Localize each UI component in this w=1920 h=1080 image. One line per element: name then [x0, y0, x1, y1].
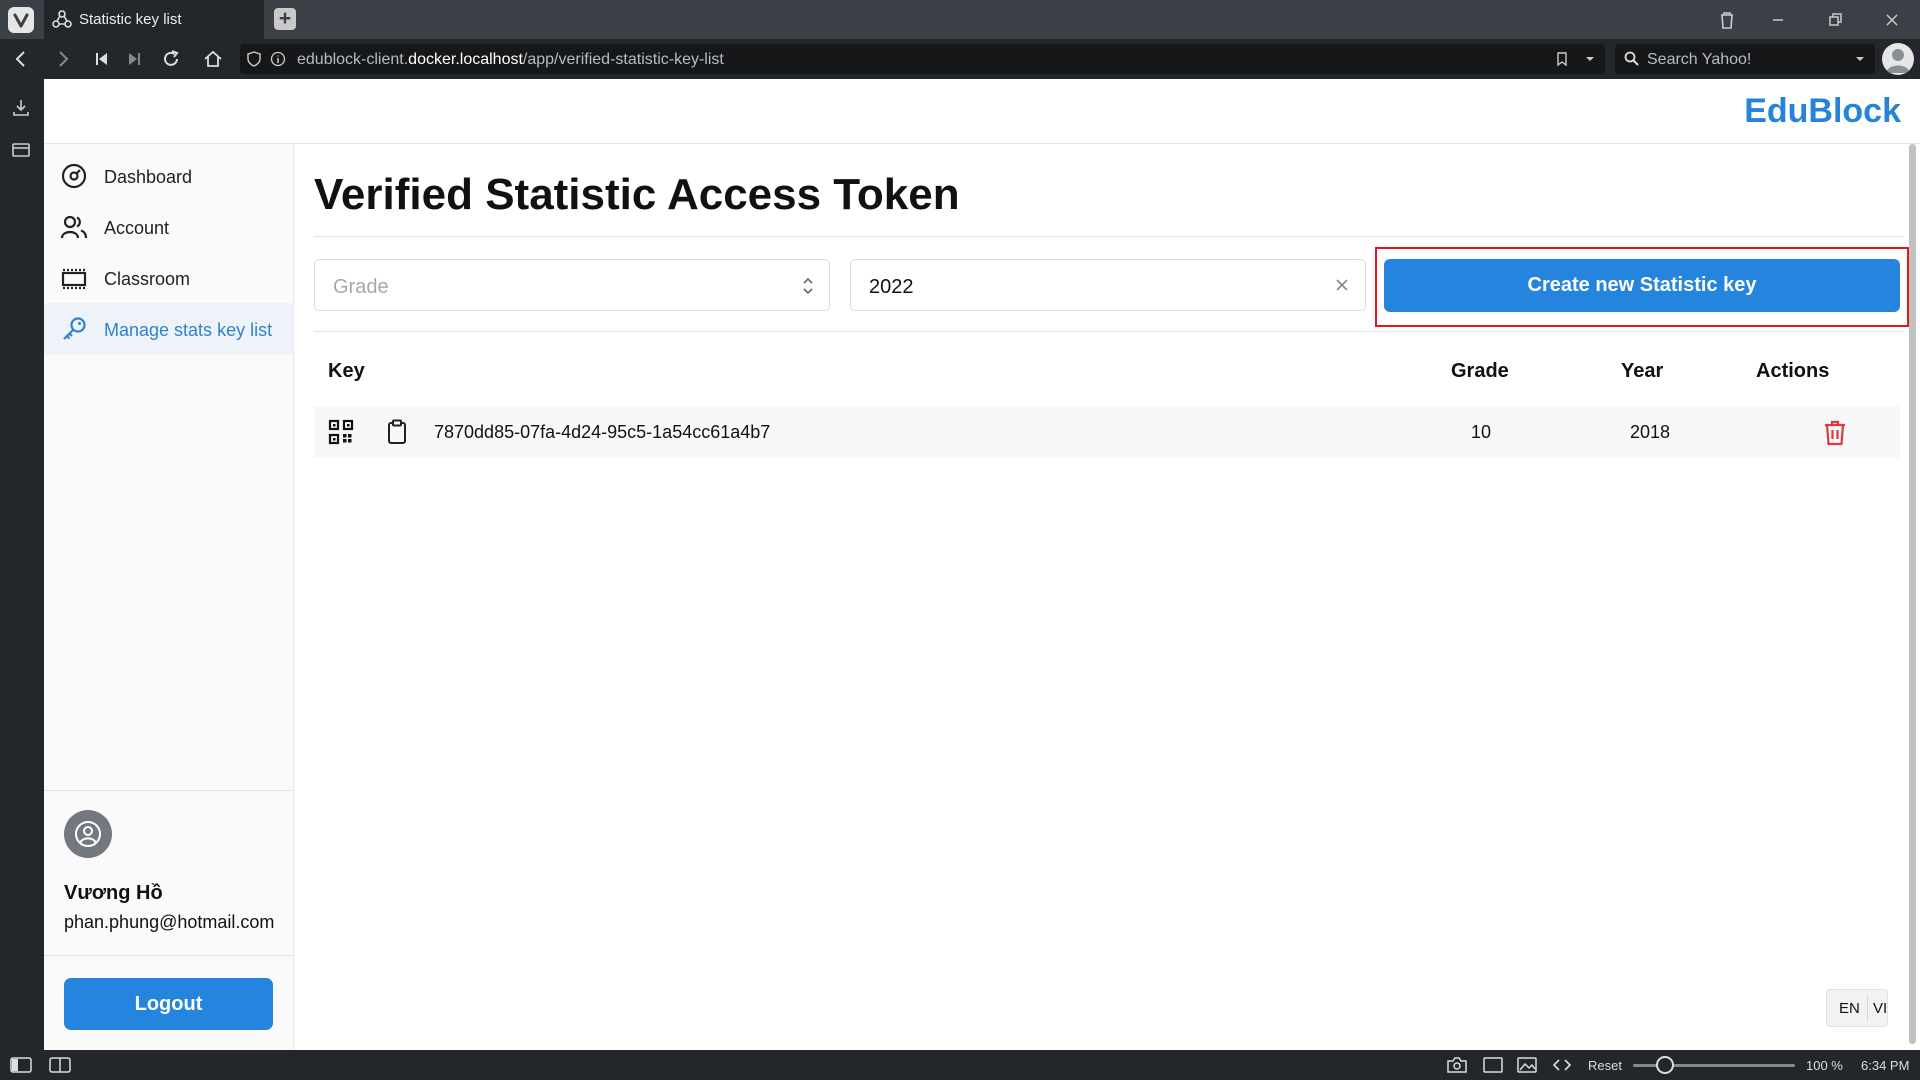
- bookmark-icon[interactable]: [1554, 51, 1570, 72]
- tab-favicon-icon: [50, 8, 74, 37]
- web-page: EduBlock Dashboard Account Classroom Man…: [44, 79, 1920, 1050]
- language-en-button[interactable]: EN: [1839, 1000, 1860, 1017]
- user-name: Vương Hồ: [64, 882, 163, 904]
- trash-icon[interactable]: [1715, 8, 1739, 32]
- url-text: edublock-client.docker.localhost/app/ver…: [297, 51, 724, 68]
- column-header-key: Key: [328, 360, 365, 382]
- rewind-icon[interactable]: [90, 47, 114, 71]
- search-engine-chevron-icon[interactable]: [1853, 51, 1867, 72]
- key-value: 7870dd85-07fa-4d24-95c5-1a54cc61a4b7: [434, 422, 771, 442]
- sidebar-item-account[interactable]: Account: [44, 201, 293, 252]
- shield-icon[interactable]: [246, 51, 262, 72]
- zoom-reset-button[interactable]: Reset: [1588, 1058, 1622, 1073]
- site-info-icon[interactable]: [270, 51, 286, 72]
- clear-icon[interactable]: [1333, 276, 1351, 299]
- browser-status-bar: Reset 100 % 6:34 PM: [0, 1050, 1920, 1080]
- home-icon[interactable]: [201, 47, 225, 71]
- clock: 6:34 PM: [1861, 1058, 1910, 1073]
- page-title: Verified Statistic Access Token: [314, 170, 960, 219]
- search-field[interactable]: Search Yahoo!: [1615, 44, 1875, 74]
- tile-tabs-icon[interactable]: [49, 1057, 71, 1076]
- delete-icon[interactable]: [1822, 419, 1848, 452]
- sidebar-item-classroom[interactable]: Classroom: [44, 252, 293, 303]
- logout-button[interactable]: Logout: [64, 978, 273, 1030]
- column-header-actions: Actions: [1756, 360, 1830, 382]
- minimize-icon[interactable]: [1766, 8, 1790, 32]
- sidebar-divider: [44, 790, 293, 791]
- year-input-value: 2022: [869, 276, 914, 298]
- language-vi-button[interactable]: VI: [1873, 1000, 1887, 1017]
- chevron-down-icon[interactable]: [1583, 51, 1597, 72]
- browser-tab[interactable]: Statistic key list: [44, 0, 264, 39]
- main-content: Verified Statistic Access Token Grade 20…: [314, 144, 1909, 1050]
- browser-tab-bar: Statistic key list +: [0, 0, 1920, 39]
- images-icon[interactable]: [1516, 1056, 1538, 1077]
- forward-icon[interactable]: [51, 47, 75, 71]
- sidebar-item-label: Account: [104, 218, 170, 238]
- zoom-slider-handle[interactable]: [1656, 1056, 1674, 1074]
- year-input[interactable]: 2022: [850, 259, 1366, 311]
- app-sidebar: Dashboard Account Classroom Manage stats…: [44, 144, 294, 1050]
- browser-side-panel: [0, 79, 44, 1050]
- window-panel-icon[interactable]: [10, 139, 32, 166]
- new-tab-button[interactable]: +: [274, 8, 296, 30]
- vivaldi-logo-icon[interactable]: [8, 7, 34, 33]
- search-placeholder: Search Yahoo!: [1647, 51, 1752, 68]
- tab-title: Statistic key list: [79, 11, 182, 28]
- key-icon: [60, 315, 88, 348]
- users-icon: [60, 213, 88, 246]
- page-actions-icon[interactable]: [1552, 1057, 1572, 1076]
- highlight-box: [1375, 247, 1909, 327]
- clipboard-icon[interactable]: [384, 418, 410, 451]
- year-value: 2018: [1630, 422, 1671, 442]
- sidebar-item-manage-stats-key-list[interactable]: Manage stats key list: [44, 303, 293, 354]
- language-divider: [1867, 996, 1868, 1022]
- sidebar-item-label: Dashboard: [104, 167, 193, 187]
- title-divider: [314, 236, 1904, 237]
- brand-logo[interactable]: EduBlock: [1744, 92, 1901, 131]
- table-row: 7870dd85-07fa-4d24-95c5-1a54cc61a4b7 10 …: [314, 406, 1900, 458]
- capture-icon[interactable]: [1446, 1056, 1468, 1077]
- window-icon[interactable]: [1482, 1057, 1504, 1076]
- zoom-level: 100 %: [1806, 1058, 1843, 1073]
- restore-icon[interactable]: [1823, 8, 1847, 32]
- back-icon[interactable]: [9, 47, 33, 71]
- panel-toggle-icon[interactable]: [10, 1057, 32, 1076]
- column-header-grade: Grade: [1451, 360, 1509, 382]
- grade-select-placeholder: Grade: [333, 276, 389, 298]
- filter-divider: [314, 331, 1904, 332]
- column-header-year: Year: [1621, 360, 1664, 382]
- close-window-icon[interactable]: [1880, 8, 1904, 32]
- sidebar-divider: [44, 955, 293, 956]
- sidebar-item-label: Manage stats key list: [104, 320, 273, 340]
- sidebar-item-label: Classroom: [104, 269, 191, 289]
- sidebar-item-dashboard[interactable]: Dashboard: [44, 150, 293, 201]
- reload-icon[interactable]: [159, 47, 183, 71]
- language-switcher: EN VI: [1826, 989, 1888, 1027]
- downloads-icon[interactable]: [10, 97, 32, 124]
- qr-code-icon[interactable]: [327, 418, 355, 451]
- address-bar: edublock-client.docker.localhost/app/ver…: [0, 39, 1920, 79]
- profile-avatar-icon[interactable]: [1882, 43, 1914, 75]
- user-email: phan.phung@hotmail.com: [64, 912, 275, 932]
- user-avatar-icon[interactable]: [64, 810, 112, 858]
- fast-forward-icon[interactable]: [122, 47, 146, 71]
- page-scrollbar[interactable]: [1909, 144, 1916, 1044]
- classroom-icon: [60, 264, 88, 297]
- url-field[interactable]: edublock-client.docker.localhost/app/ver…: [240, 44, 1605, 74]
- search-icon: [1623, 50, 1641, 73]
- dashboard-icon: [60, 162, 88, 195]
- grade-select[interactable]: Grade: [314, 259, 830, 311]
- select-arrows-icon: [801, 275, 815, 302]
- grade-value: 10: [1471, 422, 1492, 442]
